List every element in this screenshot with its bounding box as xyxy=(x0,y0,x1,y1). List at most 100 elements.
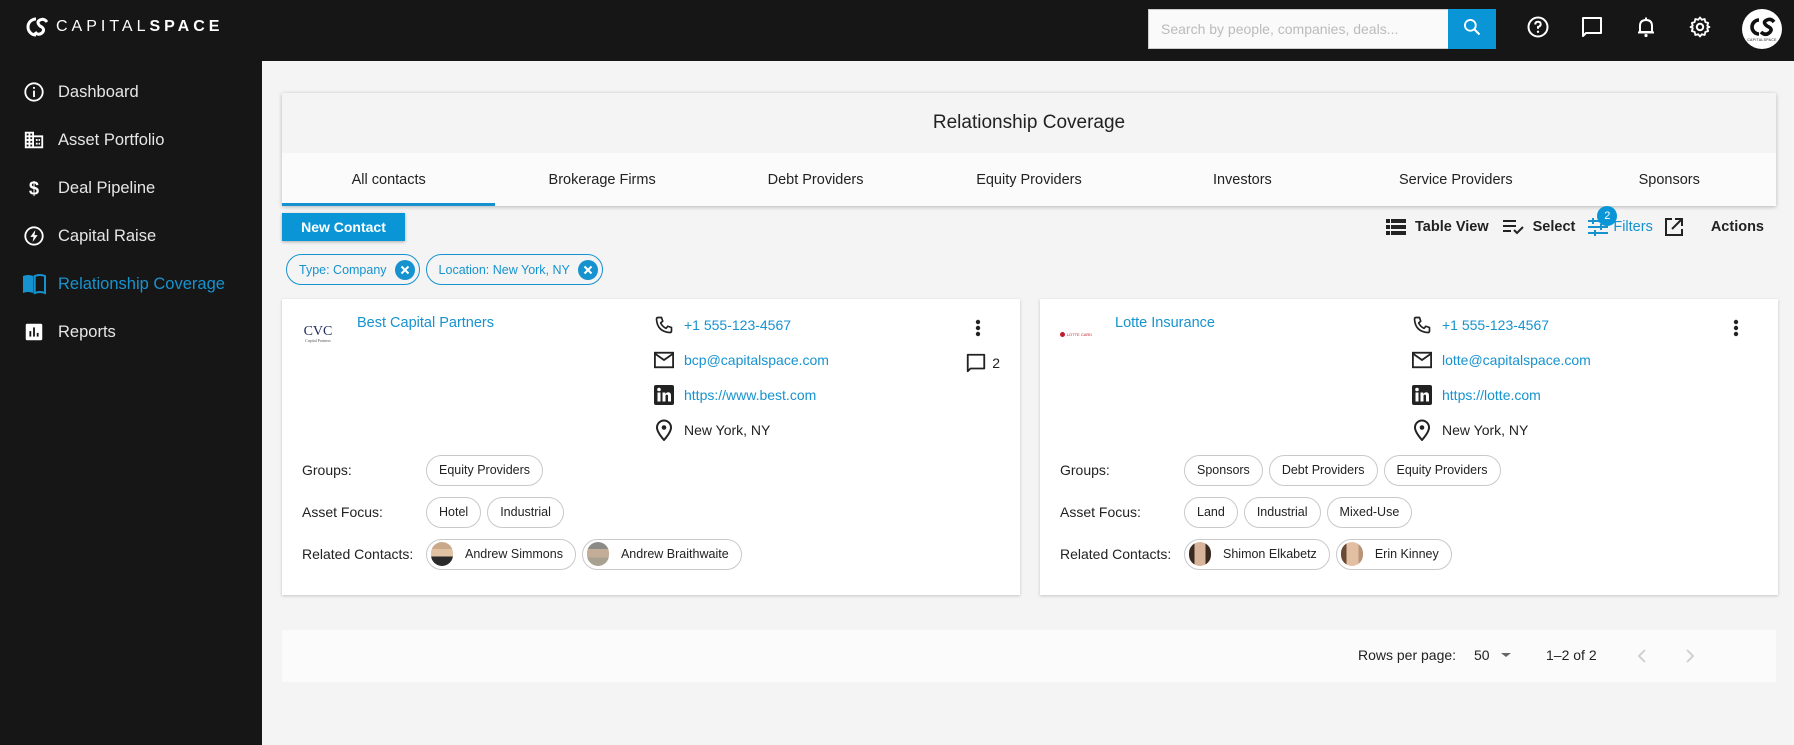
related-contact-name: Erin Kinney xyxy=(1374,547,1439,561)
select-label: Select xyxy=(1532,219,1576,235)
related-contacts-label: Related Contacts: xyxy=(1060,546,1172,562)
sidebar-item-label: Deal Pipeline xyxy=(58,178,156,197)
tab-service-providers[interactable]: Service Providers xyxy=(1349,153,1562,206)
open-external-icon xyxy=(1663,216,1685,238)
sidebar-item-label: Capital Raise xyxy=(58,226,157,245)
phone-line: +1 555-123-4567 xyxy=(1410,313,1549,337)
chevron-right-icon xyxy=(1686,649,1695,663)
rows-per-page-select[interactable]: 50 xyxy=(1474,647,1512,663)
groups-row: Groups: Sponsors Debt Providers Equity P… xyxy=(1060,454,1501,486)
sidebar: Dashboard Asset Portfolio $ Deal Pipelin… xyxy=(0,61,262,745)
building-icon xyxy=(22,128,46,152)
company-name-link[interactable]: Best Capital Partners xyxy=(357,315,494,331)
groups-row: Groups: Equity Providers xyxy=(302,454,544,486)
filter-chip-label: Type: Company xyxy=(299,262,387,277)
sidebar-item-capital-raise[interactable]: Capital Raise xyxy=(22,221,156,251)
contact-avatar xyxy=(586,542,609,566)
table-view-label: Table View xyxy=(1415,219,1489,235)
more-options-button[interactable] xyxy=(1724,316,1748,340)
asset-focus-chip: Land xyxy=(1184,496,1238,528)
notifications-button[interactable] xyxy=(1633,16,1659,42)
tab-investors[interactable]: Investors xyxy=(1136,153,1349,206)
sidebar-item-dashboard[interactable]: Dashboard xyxy=(22,77,139,107)
user-avatar[interactable]: CAPITALSPACE xyxy=(1742,9,1782,49)
asset-focus-chip: Hotel xyxy=(426,496,482,528)
actions-label: Actions xyxy=(1710,219,1764,235)
app-name: CAPITALSPACE xyxy=(56,18,223,36)
website-link[interactable]: https://lotte.com xyxy=(1442,387,1541,403)
settings-button[interactable] xyxy=(1687,16,1713,42)
select-button[interactable]: Select xyxy=(1502,216,1576,238)
related-contact-chip[interactable]: Andrew Simmons xyxy=(426,538,576,570)
help-button[interactable] xyxy=(1525,16,1551,42)
gear-icon xyxy=(1688,15,1712,44)
lotte-logo-icon xyxy=(1059,331,1065,337)
website-link[interactable]: https://www.best.com xyxy=(684,387,816,403)
email-link[interactable]: bcp@capitalspace.com xyxy=(684,352,829,368)
asset-focus-label: Asset Focus: xyxy=(302,504,383,520)
company-logo: LOTTE CARD xyxy=(1056,321,1096,347)
remove-filter-button[interactable] xyxy=(394,259,415,280)
tab-equity-providers[interactable]: Equity Providers xyxy=(922,153,1135,206)
remove-filter-button[interactable] xyxy=(577,259,598,280)
previous-page-button[interactable] xyxy=(1630,644,1654,668)
svg-text:$: $ xyxy=(29,177,39,198)
location-pin-icon xyxy=(1410,418,1434,442)
mail-icon xyxy=(652,348,676,372)
sidebar-item-reports[interactable]: Reports xyxy=(22,317,116,347)
cs-avatar-logo-icon xyxy=(1750,17,1776,37)
location-text: New York, NY xyxy=(684,422,771,438)
related-contacts-row: Related Contacts: Shimon Elkabetz Erin K… xyxy=(1060,538,1452,570)
help-icon xyxy=(1526,15,1550,44)
phone-link[interactable]: +1 555-123-4567 xyxy=(684,317,791,333)
related-contact-name: Andrew Simmons xyxy=(465,547,563,561)
group-chip: Equity Providers xyxy=(426,454,544,486)
top-bar: CAPITALSPACE CAPITALSPACE xyxy=(0,0,1794,61)
tab-debt-providers[interactable]: Debt Providers xyxy=(709,153,922,206)
company-name-link[interactable]: Lotte Insurance xyxy=(1115,315,1215,331)
actions-button[interactable]: Actions xyxy=(1663,216,1764,238)
table-view-button[interactable]: Table View xyxy=(1385,216,1489,238)
more-options-button[interactable] xyxy=(966,316,990,340)
sidebar-item-label: Relationship Coverage xyxy=(58,274,225,293)
dollar-icon: $ xyxy=(22,176,46,200)
bar-chart-icon xyxy=(22,320,46,344)
location-line: New York, NY xyxy=(1410,418,1528,442)
rows-per-page-value: 50 xyxy=(1474,647,1490,663)
search-icon xyxy=(1462,17,1482,42)
related-contact-chip[interactable]: Andrew Braithwaite xyxy=(581,538,742,570)
mail-icon xyxy=(1410,348,1434,372)
filters-button[interactable]: 2 Filters xyxy=(1587,206,1653,238)
book-icon xyxy=(22,272,46,296)
search-button[interactable] xyxy=(1448,9,1496,49)
chat-button[interactable] xyxy=(1579,16,1605,42)
sidebar-item-deal-pipeline[interactable]: $ Deal Pipeline xyxy=(22,173,155,203)
contact-card: CVC Capital Partners Best Capital Partne… xyxy=(282,299,1020,595)
tab-sponsors[interactable]: Sponsors xyxy=(1563,153,1776,206)
close-icon xyxy=(583,265,593,274)
cs-logo-icon xyxy=(24,14,50,40)
sidebar-item-asset-portfolio[interactable]: Asset Portfolio xyxy=(22,125,164,155)
location-text: New York, NY xyxy=(1442,422,1529,438)
tab-all-contacts[interactable]: All contacts xyxy=(282,153,496,206)
new-contact-button[interactable]: New Contact xyxy=(282,213,405,241)
related-contact-name: Shimon Elkabetz xyxy=(1223,547,1317,561)
related-contact-chip[interactable]: Shimon Elkabetz xyxy=(1184,538,1330,570)
sidebar-item-relationship-coverage[interactable]: Relationship Coverage xyxy=(22,269,225,299)
chat-icon xyxy=(1580,15,1604,44)
app-logo[interactable]: CAPITALSPACE xyxy=(24,14,223,40)
rows-per-page-label: Rows per page: xyxy=(1358,647,1457,663)
company-logo-text: LOTTE CARD xyxy=(1066,331,1093,337)
website-line: https://www.best.com xyxy=(652,383,816,407)
filters-label: Filters xyxy=(1613,219,1653,235)
next-page-button[interactable] xyxy=(1678,644,1702,668)
related-contact-chip[interactable]: Erin Kinney xyxy=(1335,538,1452,570)
sidebar-item-label: Reports xyxy=(58,322,116,341)
comment-icon xyxy=(964,351,988,375)
tab-brokerage-firms[interactable]: Brokerage Firms xyxy=(495,153,708,206)
search-input[interactable] xyxy=(1161,21,1449,37)
comments-button[interactable]: 2 xyxy=(964,351,1000,375)
email-link[interactable]: lotte@capitalspace.com xyxy=(1442,352,1591,368)
phone-link[interactable]: +1 555-123-4567 xyxy=(1442,317,1549,333)
close-icon xyxy=(400,265,409,274)
